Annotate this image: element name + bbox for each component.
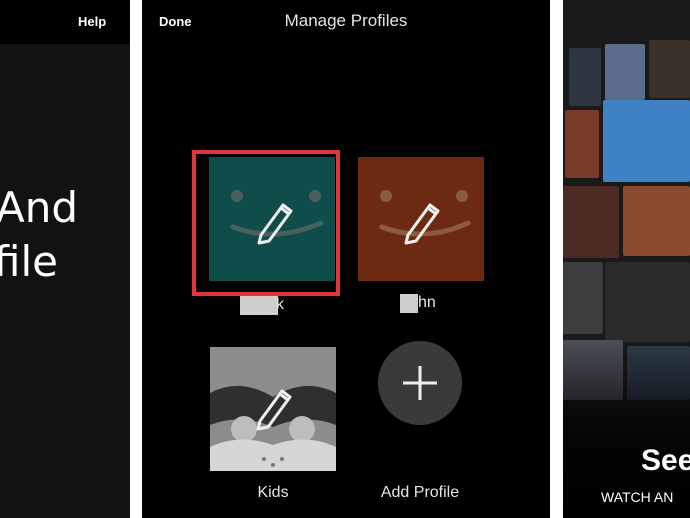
add-profile-button[interactable]	[378, 341, 462, 425]
profile-name-2: hn	[418, 294, 436, 311]
plus-icon	[403, 366, 437, 400]
top-bar: Done Manage Profiles	[142, 0, 550, 44]
poster-tile	[569, 48, 601, 106]
poster-tile	[603, 100, 690, 182]
next-screen-panel: See WATCH AN	[563, 0, 690, 518]
help-link[interactable]: Help	[78, 14, 106, 29]
poster-tile	[565, 110, 599, 178]
page-title: Manage Profiles	[284, 11, 408, 30]
poster-tile	[649, 40, 690, 98]
profile-avatar-kids[interactable]	[210, 347, 336, 471]
redacted-name-block	[400, 294, 418, 313]
heading-line-2: file	[0, 237, 58, 286]
poster-tile	[563, 186, 619, 258]
heading-line-1: And	[0, 183, 79, 232]
profile-name-kids: Kids	[257, 484, 289, 501]
headline: See	[641, 444, 690, 477]
manage-profiles-screen: Done Manage Profiles k hn Kids Add Profi…	[142, 0, 550, 518]
profile-name-1: k	[276, 296, 284, 313]
redacted-name-block	[240, 296, 278, 315]
top-bar	[0, 0, 130, 44]
poster-tile	[605, 262, 690, 342]
profile-avatar-2[interactable]	[358, 157, 484, 281]
subheadline: WATCH AN	[601, 489, 674, 505]
add-profile-label: Add Profile	[380, 484, 460, 501]
selected-profile-highlight	[192, 150, 340, 296]
poster-tile	[563, 262, 603, 334]
poster-tile	[605, 44, 645, 100]
poster-tile	[623, 186, 690, 256]
previous-screen-panel: Help And file	[0, 0, 130, 518]
